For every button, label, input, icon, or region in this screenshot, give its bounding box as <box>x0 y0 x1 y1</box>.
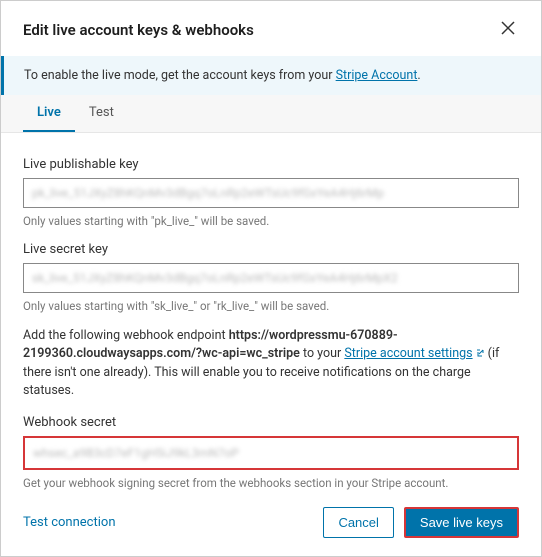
webhook-secret-input[interactable]: whsec_a9B3cD7eF1gH5iJ9kL3mN7oP <box>23 436 519 470</box>
secret-key-input[interactable]: sk_live_51JXyZ8hKQnMv3dBgq7oLnRp2eWTsUc9… <box>23 263 519 293</box>
modal: Edit live account keys & webhooks To ena… <box>0 0 542 557</box>
modal-footer: Test connection Cancel Save live keys <box>1 493 541 556</box>
tab-test[interactable]: Test <box>75 95 128 132</box>
stripe-account-link[interactable]: Stripe Account <box>336 68 418 83</box>
modal-title: Edit live account keys & webhooks <box>23 21 254 39</box>
info-banner: To enable the live mode, get the account… <box>1 56 541 95</box>
secret-key-hint: Only values starting with "sk_live_" or … <box>23 299 519 313</box>
publishable-key-label: Live publishable key <box>23 157 519 172</box>
external-link-icon <box>475 346 485 364</box>
webhook-secret-hint: Get your webhook signing secret from the… <box>23 476 519 490</box>
webhook-instructions: Add the following webhook endpoint https… <box>23 327 519 401</box>
webhook-secret-label: Webhook secret <box>23 415 519 430</box>
close-button[interactable] <box>497 15 519 44</box>
cancel-button[interactable]: Cancel <box>323 507 393 538</box>
secret-key-label: Live secret key <box>23 242 519 257</box>
modal-body: Live publishable key pk_live_51JXyZ8hKQn… <box>1 133 541 493</box>
publishable-key-input[interactable]: pk_live_51JXyZ8hKQnMv3dBgq7oLnRp2eWTsUc9… <box>23 178 519 208</box>
stripe-settings-link[interactable]: Stripe account settings <box>344 346 472 361</box>
test-connection-link[interactable]: Test connection <box>23 515 116 530</box>
tabs: Live Test <box>1 95 541 133</box>
footer-actions: Cancel Save live keys <box>323 507 519 538</box>
close-icon <box>501 19 515 39</box>
tab-live[interactable]: Live <box>23 95 75 132</box>
save-button[interactable]: Save live keys <box>404 507 519 538</box>
publishable-key-hint: Only values starting with "pk_live_" wil… <box>23 214 519 228</box>
modal-header: Edit live account keys & webhooks <box>1 1 541 56</box>
